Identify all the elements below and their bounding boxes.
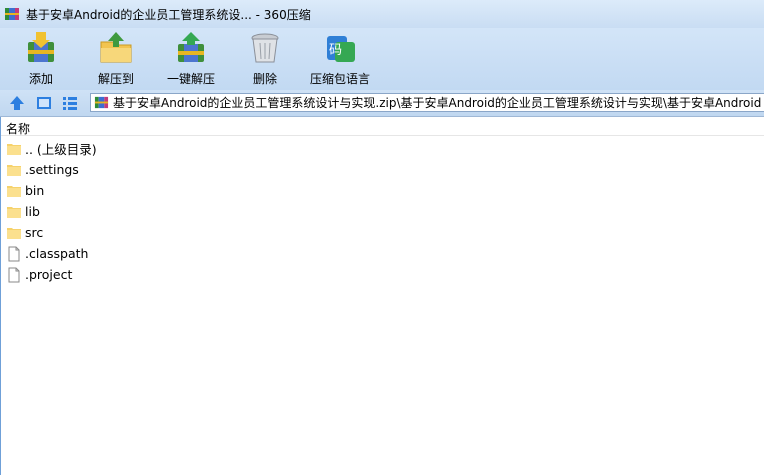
folder-icon xyxy=(7,185,21,197)
list-item-label: .. (上级目录) xyxy=(25,142,97,157)
delete-label: 删除 xyxy=(252,72,277,86)
path-address-bar[interactable]: 基于安卓Android的企业员工管理系统设计与实现.zip\基于安卓Androi… xyxy=(90,93,764,112)
folder-icon xyxy=(7,143,21,155)
file-icon xyxy=(8,246,20,261)
current-path: 基于安卓Android的企业员工管理系统设计与实现.zip\基于安卓Androi… xyxy=(113,96,762,110)
list-item-label: src xyxy=(25,225,44,240)
list-item-settings[interactable]: .settings xyxy=(0,159,764,180)
archive-app-icon xyxy=(5,8,19,20)
add-archive-icon xyxy=(28,32,54,62)
delete-button[interactable]: 删除 xyxy=(230,30,300,88)
list-item-lib[interactable]: lib xyxy=(0,201,764,222)
archive-path-icon xyxy=(94,96,109,109)
title-bar: 基于安卓Android的企业员工管理系统设... - 360压缩 xyxy=(0,0,764,28)
archive-language-label: 压缩包语言 xyxy=(309,72,370,86)
one-click-extract-label: 一键解压 xyxy=(166,72,215,86)
extract-to-label: 解压到 xyxy=(97,72,134,86)
folder-icon xyxy=(7,206,21,218)
file-list: .. (上级目录) .settings bin lib src .classpa… xyxy=(0,138,764,285)
archive-language-icon: 码 xyxy=(327,36,355,62)
svg-text:码: 码 xyxy=(329,43,342,58)
file-icon xyxy=(8,267,20,282)
folder-icon xyxy=(7,227,21,239)
extract-to-icon xyxy=(100,32,132,63)
list-item-project[interactable]: .project xyxy=(0,264,764,285)
column-name-header[interactable]: 名称 xyxy=(6,120,30,137)
window-title: 基于安卓Android的企业员工管理系统设... - 360压缩 xyxy=(26,7,311,22)
archive-language-button[interactable]: 码 压缩包语言 xyxy=(305,30,375,88)
add-button[interactable]: 添加 xyxy=(6,30,76,88)
delete-icon xyxy=(251,33,279,63)
add-button-label: 添加 xyxy=(28,72,53,86)
list-item-bin[interactable]: bin xyxy=(0,180,764,201)
main-toolbar: 添加 解压到 一键解压 删除 码 压缩包语言 xyxy=(0,28,764,90)
list-item-classpath[interactable]: .classpath xyxy=(0,243,764,264)
extract-to-button[interactable]: 解压到 xyxy=(81,30,151,88)
view-icon[interactable] xyxy=(35,94,53,112)
list-item-label: .project xyxy=(25,267,73,282)
list-view-icon[interactable] xyxy=(61,94,79,112)
navigation-bar: 基于安卓Android的企业员工管理系统设计与实现.zip\基于安卓Androi… xyxy=(0,90,764,117)
one-click-extract-button[interactable]: 一键解压 xyxy=(156,30,226,88)
list-item-parent-dir[interactable]: .. (上级目录) xyxy=(0,138,764,159)
list-item-src[interactable]: src xyxy=(0,222,764,243)
column-header: 名称 xyxy=(0,117,764,136)
up-arrow-icon[interactable] xyxy=(8,94,26,112)
list-item-label: bin xyxy=(25,183,45,198)
one-click-extract-icon xyxy=(178,32,204,62)
list-item-label: .settings xyxy=(25,162,79,177)
folder-icon xyxy=(7,164,21,176)
list-item-label: lib xyxy=(25,204,40,219)
list-item-label: .classpath xyxy=(25,246,89,261)
